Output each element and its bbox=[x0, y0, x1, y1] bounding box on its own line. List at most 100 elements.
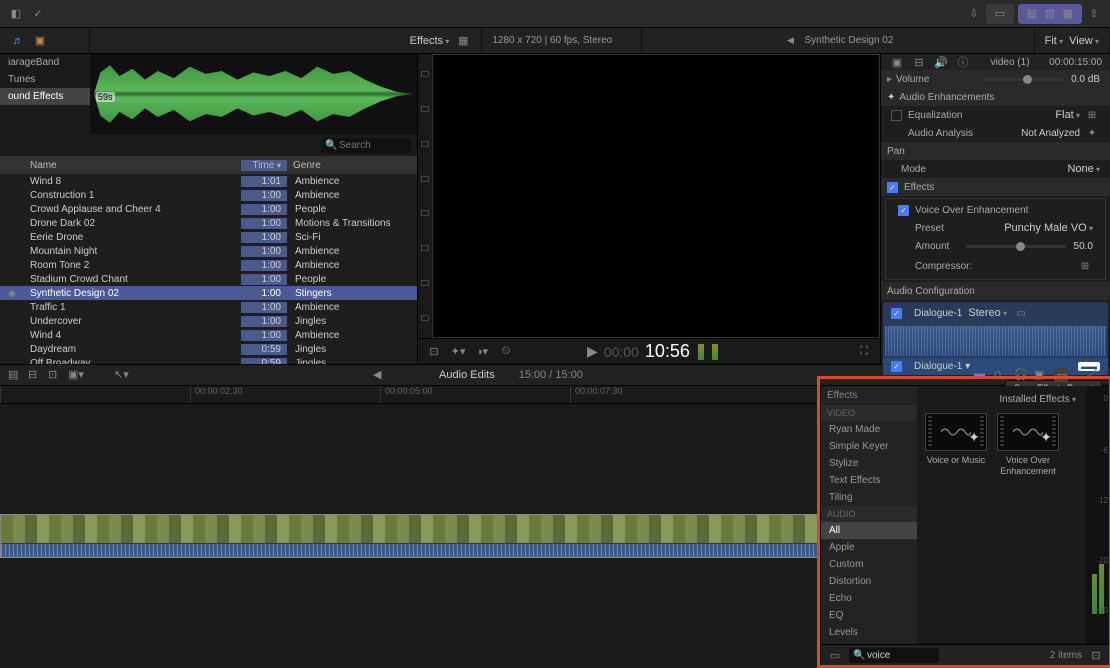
fx-category[interactable]: Text Effects bbox=[821, 472, 917, 489]
fx-tab-5-icon[interactable]: ▭ bbox=[1054, 368, 1068, 382]
layout-icon-1[interactable]: ▭ bbox=[992, 6, 1008, 22]
compressor-edit-icon[interactable]: ⊞ bbox=[1077, 258, 1093, 274]
table-header: Name Time ▾ Genre bbox=[0, 156, 417, 174]
timeline[interactable]: 00:00:02:3000:00:05:0000:00:07:30 bbox=[0, 386, 820, 666]
library-icon[interactable]: ◧ bbox=[8, 6, 24, 22]
timeline-time: 15:00 / 15:00 bbox=[519, 369, 583, 381]
table-row[interactable]: Undercover 1:00 Jingles bbox=[0, 314, 417, 328]
table-row[interactable]: Mountain Night 1:00 Ambience bbox=[0, 244, 417, 258]
fx-category[interactable]: Ryan Made bbox=[821, 421, 917, 438]
color-icon[interactable]: ◑▾ bbox=[474, 344, 490, 360]
pan-mode-dropdown[interactable]: None bbox=[1067, 163, 1100, 175]
effect-item[interactable]: ✦Voice Over Enhancement bbox=[997, 413, 1059, 477]
fx-filter-icon[interactable]: ▭ bbox=[827, 648, 843, 664]
table-row[interactable]: Stadium Crowd Chant 1:00 People bbox=[0, 272, 417, 286]
audio-tab-icon[interactable]: 🔊 bbox=[933, 54, 949, 70]
video-clip[interactable] bbox=[0, 514, 818, 558]
stereo-dropdown[interactable]: Stereo bbox=[968, 307, 1007, 319]
index-icon[interactable]: ▤ bbox=[8, 368, 22, 382]
table-row[interactable]: Daydream 0:59 Jingles bbox=[0, 342, 417, 356]
eq-dropdown[interactable]: Flat bbox=[1055, 109, 1080, 121]
timeline-ruler[interactable]: 00:00:02:3000:00:05:0000:00:07:30 bbox=[0, 386, 820, 404]
config-icon[interactable]: ▭ bbox=[1013, 305, 1029, 321]
effect-item[interactable]: ✦Voice or Music bbox=[925, 413, 987, 477]
fx-tab-3-icon[interactable]: 🎧 bbox=[1014, 368, 1028, 382]
history-back-icon[interactable]: ◀ bbox=[373, 368, 387, 382]
share-icon[interactable]: ⇪ bbox=[1086, 6, 1102, 22]
table-row[interactable]: Traffic 1 1:00 Ambience bbox=[0, 300, 417, 314]
sidebar-item[interactable]: Tunes bbox=[0, 71, 90, 88]
arrow-tool-icon[interactable]: ↖▾ bbox=[114, 368, 128, 382]
eq-checkbox[interactable] bbox=[891, 110, 902, 121]
play-icon[interactable]: ▶ bbox=[587, 343, 598, 360]
tl-icon-3[interactable]: ⊡ bbox=[48, 368, 62, 382]
crop-icon[interactable]: ⊡ bbox=[426, 344, 442, 360]
table-row[interactable]: Crowd Applause and Cheer 4 1:00 People bbox=[0, 202, 417, 216]
amount-slider[interactable] bbox=[966, 245, 1066, 248]
info-tab-icon[interactable]: ⓘ bbox=[955, 54, 971, 70]
col-time-header[interactable]: Time ▾ bbox=[241, 160, 287, 171]
effects-dropdown[interactable]: Effects bbox=[410, 35, 450, 47]
fx-tab-2-icon[interactable]: ⩍ bbox=[994, 368, 1008, 382]
installed-dropdown[interactable]: Installed Effects bbox=[923, 392, 1080, 407]
fx-category[interactable]: Echo bbox=[821, 590, 917, 607]
prev-clip-icon[interactable]: ◀ bbox=[782, 33, 798, 49]
vo-checkbox[interactable]: ✓ bbox=[898, 205, 909, 216]
table-row[interactable]: Drone Dark 02 1:00 Motions & Transitions bbox=[0, 216, 417, 230]
fx-tab-1-icon[interactable]: ▬ bbox=[974, 368, 988, 382]
fx-category[interactable]: Stylize bbox=[821, 455, 917, 472]
retime-icon[interactable]: ⏲ bbox=[498, 344, 514, 360]
table-row[interactable]: ◉ Synthetic Design 02 1:00 Stingers bbox=[0, 286, 417, 300]
fullscreen-icon[interactable]: ⛶ bbox=[856, 344, 872, 360]
view-mode-2-icon[interactable]: ▥ bbox=[1042, 6, 1058, 22]
viewer-canvas[interactable] bbox=[432, 54, 880, 338]
checkmark-circle-icon[interactable]: ✓ bbox=[30, 6, 46, 22]
effects-checkbox[interactable]: ✓ bbox=[887, 182, 898, 193]
analyze-icon[interactable]: ✦ bbox=[1084, 125, 1100, 141]
media-icon[interactable]: ♬ bbox=[10, 33, 26, 49]
fx-category[interactable]: Apple bbox=[821, 539, 917, 556]
tracks-area[interactable] bbox=[0, 404, 820, 666]
table-row[interactable]: Eerie Drone 1:00 Sci-Fi bbox=[0, 230, 417, 244]
format-label: 1280 x 720 | 60 fps, Stereo bbox=[492, 35, 612, 46]
fx-category[interactable]: Custom bbox=[821, 556, 917, 573]
transform-icon[interactable]: ✦▾ bbox=[450, 344, 466, 360]
view-dropdown[interactable]: View bbox=[1069, 35, 1099, 47]
fx-category[interactable]: EQ bbox=[821, 607, 917, 624]
volume-slider[interactable] bbox=[984, 78, 1064, 81]
volume-disclosure-icon[interactable]: ▸ bbox=[887, 74, 892, 85]
fx-foot-icon[interactable]: ⊡ bbox=[1088, 648, 1104, 664]
filmstrip-icon[interactable]: ⊟ bbox=[911, 54, 927, 70]
view-mode-3-icon[interactable]: ▦ bbox=[1060, 6, 1076, 22]
table-row[interactable]: Room Tone 2 1:00 Ambience bbox=[0, 258, 417, 272]
fx-category[interactable]: Distortion bbox=[821, 573, 917, 590]
tl-icon-4[interactable]: ▣▾ bbox=[68, 368, 82, 382]
fx-category[interactable]: All bbox=[821, 522, 917, 539]
clapboard-icon[interactable]: ▣ bbox=[32, 33, 48, 49]
view-mode-1-icon[interactable]: ▤ bbox=[1024, 6, 1040, 22]
eq-edit-icon[interactable]: ⊞ bbox=[1084, 107, 1100, 123]
sidebar-item[interactable]: iarageBand bbox=[0, 54, 90, 71]
table-row[interactable]: Wind 4 1:00 Ambience bbox=[0, 328, 417, 342]
video-tab-icon[interactable]: ▣ bbox=[889, 54, 905, 70]
arrow-down-icon[interactable]: ⇩ bbox=[966, 6, 982, 22]
table-row[interactable]: Off Broadway 0:59 Jingles bbox=[0, 356, 417, 364]
waveform-preview[interactable]: 59s bbox=[90, 54, 417, 134]
sidebar-item[interactable]: ound Effects bbox=[0, 88, 90, 105]
col-name-header[interactable]: Name bbox=[24, 160, 241, 171]
table-row[interactable]: Wind 8 1:01 Ambience bbox=[0, 174, 417, 188]
col-genre-header[interactable]: Genre bbox=[287, 160, 417, 171]
search-icon: 🔍 bbox=[325, 140, 337, 151]
fx-category[interactable]: Tiling bbox=[821, 489, 917, 506]
fx-category[interactable]: Levels bbox=[821, 624, 917, 641]
grid-icon[interactable]: ▦ bbox=[455, 33, 471, 49]
fx-expand-icon[interactable]: ⤢ bbox=[1088, 368, 1102, 382]
fx-category[interactable]: Simple Keyer bbox=[821, 438, 917, 455]
fx-tab-4-icon[interactable]: ▣ bbox=[1034, 368, 1048, 382]
tl-icon-2[interactable]: ⊟ bbox=[28, 368, 42, 382]
preset-dropdown[interactable]: Punchy Male VO bbox=[1004, 222, 1093, 234]
dialogue-checkbox[interactable]: ✓ bbox=[891, 308, 902, 319]
table-row[interactable]: Construction 1 1:00 Ambience bbox=[0, 188, 417, 202]
toolbar-view-modes: ▤ ▥ ▦ bbox=[1018, 4, 1082, 24]
fit-dropdown[interactable]: Fit bbox=[1045, 35, 1063, 47]
